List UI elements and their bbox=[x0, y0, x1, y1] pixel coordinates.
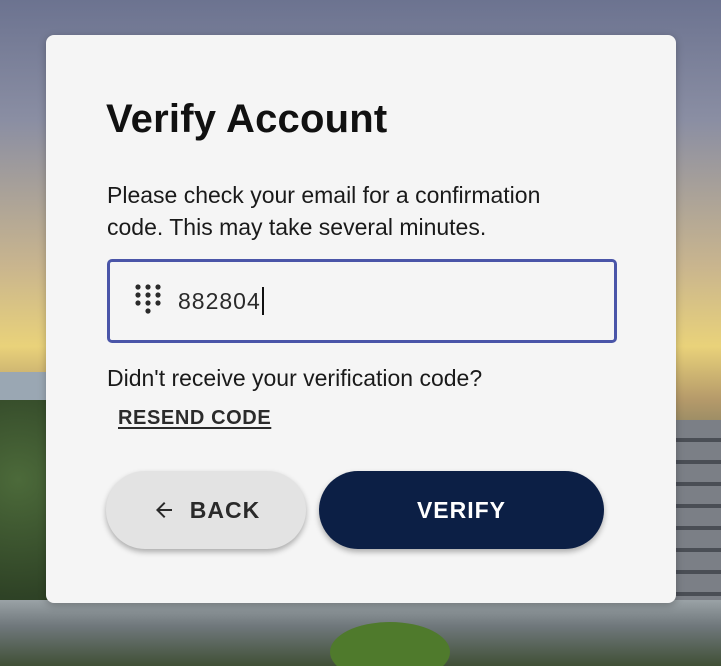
instructions-text: Please check your email for a confirmati… bbox=[107, 182, 541, 240]
dialpad-icon bbox=[135, 284, 161, 314]
back-button[interactable]: BACK bbox=[106, 471, 306, 549]
verify-button-label: VERIFY bbox=[416, 496, 507, 523]
verify-account-card: Verify Account Please check your email f… bbox=[46, 35, 676, 603]
verification-code-input[interactable]: 882804 bbox=[107, 259, 617, 343]
text-caret bbox=[261, 287, 264, 315]
code-text: 882804 bbox=[178, 288, 261, 314]
arrow-left-icon bbox=[155, 502, 172, 518]
back-button-label: BACK bbox=[189, 496, 261, 523]
page-title: Verify Account bbox=[106, 97, 388, 141]
resend-prompt: Didn't receive your verification code? bbox=[107, 365, 483, 391]
verify-button[interactable]: VERIFY bbox=[319, 471, 604, 549]
resend-code-link[interactable]: RESEND CODE bbox=[118, 407, 271, 430]
code-value[interactable]: 882804 bbox=[178, 286, 264, 316]
